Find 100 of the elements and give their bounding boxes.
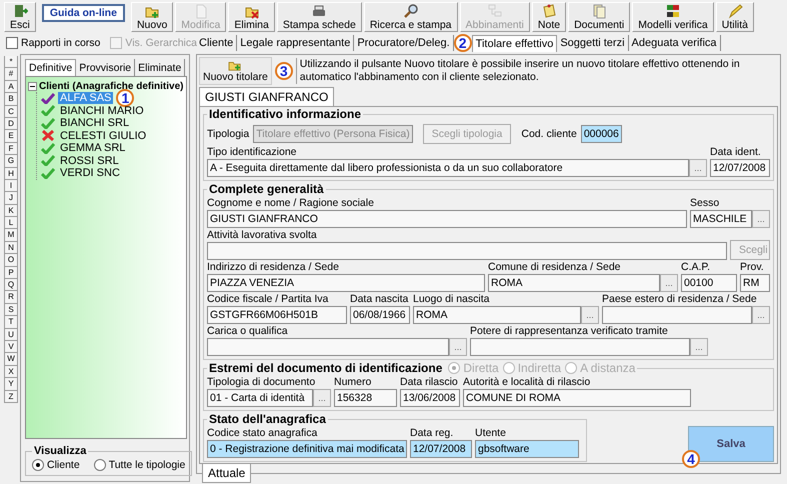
new-holder-button[interactable]: Nuovo titolare: [199, 57, 272, 85]
checkmark-icon: [41, 168, 55, 179]
bottom-tab[interactable]: Attuale: [202, 464, 252, 483]
field-label: Tipologia di documento: [207, 376, 316, 389]
radio-button[interactable]: [94, 459, 106, 471]
letter-filter[interactable]: P: [4, 266, 18, 280]
letter-filter[interactable]: F: [4, 142, 18, 156]
tab[interactable]: Definitive: [25, 59, 76, 76]
input-field[interactable]: ROMA: [488, 274, 660, 292]
input-field[interactable]: 06/08/1966: [350, 306, 410, 324]
input-field[interactable]: 13/06/2008: [400, 389, 460, 407]
tab[interactable]: Legale rappresentante: [237, 35, 354, 51]
letter-filter[interactable]: R: [4, 291, 18, 304]
tab[interactable]: Adeguata verifica: [628, 35, 721, 51]
input-field[interactable]: [207, 242, 727, 260]
input-field[interactable]: A - Eseguita direttamente dal libero professionista o da un suo collaboratore: [207, 159, 689, 177]
toolbar-button[interactable]: Documenti: [568, 2, 630, 32]
browse-button[interactable]: ...: [313, 389, 331, 407]
record-tab[interactable]: GIUSTI GIANFRANCO: [199, 87, 334, 106]
tree-item[interactable]: GEMMA SRL: [58, 142, 128, 154]
radio-button[interactable]: [32, 459, 44, 471]
tab[interactable]: Procuratore/Deleg.: [354, 35, 454, 51]
browse-button[interactable]: ...: [690, 338, 708, 356]
letter-filter[interactable]: L: [4, 217, 18, 230]
letter-filter[interactable]: Z: [4, 390, 18, 403]
toolbar-button[interactable]: Note: [532, 2, 566, 32]
letter-filter[interactable]: Q: [4, 279, 18, 292]
letter-filter[interactable]: O: [4, 254, 18, 267]
letter-filter[interactable]: A: [4, 80, 18, 94]
letter-filter[interactable]: #: [4, 68, 18, 81]
field-label: Cognome e nome / Ragione sociale: [207, 197, 375, 210]
toolbar-button[interactable]: Elimina: [228, 2, 275, 32]
checkmark-icon: [41, 105, 55, 116]
browse-button[interactable]: ...: [581, 306, 599, 324]
folder-plus-icon: [228, 59, 242, 71]
toolbar-button[interactable]: Esci: [4, 2, 36, 32]
letter-filter[interactable]: N: [4, 242, 18, 254]
help-link-button[interactable]: Guida on-line: [42, 4, 125, 22]
collapse-icon[interactable]: [28, 82, 37, 91]
letter-filter[interactable]: M: [4, 229, 18, 242]
letter-filter[interactable]: I: [4, 180, 18, 192]
letter-filter[interactable]: T: [4, 316, 18, 329]
letter-filter[interactable]: E: [4, 130, 18, 143]
tree-root-label[interactable]: Clienti (Anagrafiche definitive): [39, 81, 184, 92]
letter-filter[interactable]: S: [4, 304, 18, 316]
tab[interactable]: Cliente: [196, 35, 238, 51]
input-field[interactable]: 12/07/2008: [410, 440, 472, 458]
toolbar-button[interactable]: Utilità: [716, 2, 754, 32]
input-field[interactable]: RM: [740, 274, 770, 292]
letter-filter[interactable]: G: [4, 155, 18, 168]
browse-button[interactable]: ...: [752, 306, 770, 324]
toolbar-button[interactable]: Nuovo: [130, 2, 174, 32]
input-field[interactable]: GSTGFR66M06H501B: [207, 306, 347, 324]
toolbar-button[interactable]: Modelli verifica: [632, 2, 714, 32]
tab[interactable]: Soggetti terzi: [557, 35, 629, 51]
input-field[interactable]: ROMA: [413, 306, 581, 324]
letter-filter[interactable]: J: [4, 192, 18, 205]
input-field[interactable]: COMUNE DI ROMA: [463, 389, 691, 407]
input-field[interactable]: 0 - Registrazione definitiva mai modificata: [207, 440, 407, 458]
input-field[interactable]: 156328: [334, 389, 397, 407]
input-field[interactable]: MASCHILE: [690, 210, 752, 228]
input-field[interactable]: 00100: [681, 274, 737, 292]
field-label: Utente: [475, 427, 507, 440]
letter-filter[interactable]: X: [4, 366, 18, 378]
letter-filter[interactable]: V: [4, 340, 18, 354]
letter-filter[interactable]: W: [4, 353, 18, 366]
tab[interactable]: Titolare effettivo: [472, 34, 558, 52]
letter-filter[interactable]: Y: [4, 378, 18, 391]
checkbox[interactable]: [6, 37, 18, 49]
letter-filter[interactable]: U: [4, 328, 18, 341]
letter-filter[interactable]: D: [4, 118, 18, 130]
tree-item[interactable]: BIANCHI SRL: [58, 117, 132, 130]
input-field[interactable]: [602, 306, 752, 324]
toolbar-button[interactable]: Stampa schede: [276, 2, 362, 32]
field-label: Comune di residenza / Sede: [488, 261, 622, 274]
letter-filter[interactable]: B: [4, 93, 18, 106]
browse-button[interactable]: ...: [752, 210, 770, 228]
letter-filter[interactable]: *: [4, 56, 18, 68]
input-field[interactable]: [207, 338, 449, 356]
browse-button[interactable]: ...: [660, 274, 678, 292]
input-field[interactable]: gbsoftware: [475, 440, 579, 458]
input-field[interactable]: PIAZZA VENEZIA: [207, 274, 485, 292]
radio-label: Diretta: [463, 361, 499, 375]
tree-item[interactable]: BIANCHI MARIO: [58, 104, 146, 117]
browse-button[interactable]: ...: [449, 338, 467, 356]
checkbox-label: Rapporti in corso: [21, 37, 100, 49]
letter-filter[interactable]: H: [4, 168, 18, 180]
letter-filter[interactable]: K: [4, 204, 18, 218]
browse-button[interactable]: ...: [689, 159, 707, 177]
input-field[interactable]: 12/07/2008: [710, 159, 770, 177]
tree-item[interactable]: ROSSI SRL: [58, 154, 121, 167]
letter-filter[interactable]: C: [4, 106, 18, 118]
input-field[interactable]: GIUSTI GIANFRANCO: [207, 210, 687, 228]
tree-item[interactable]: CELESTI GIULIO: [58, 130, 148, 142]
input-field[interactable]: [470, 338, 690, 356]
input-field[interactable]: 01 - Carta di identità: [207, 389, 313, 407]
tree-item[interactable]: VERDI SNC: [58, 167, 122, 180]
toolbar-button[interactable]: Ricerca e stampa: [364, 2, 458, 32]
input-field[interactable]: 000006: [580, 125, 622, 143]
group-title: Stato dell'anagrafica: [209, 412, 326, 426]
